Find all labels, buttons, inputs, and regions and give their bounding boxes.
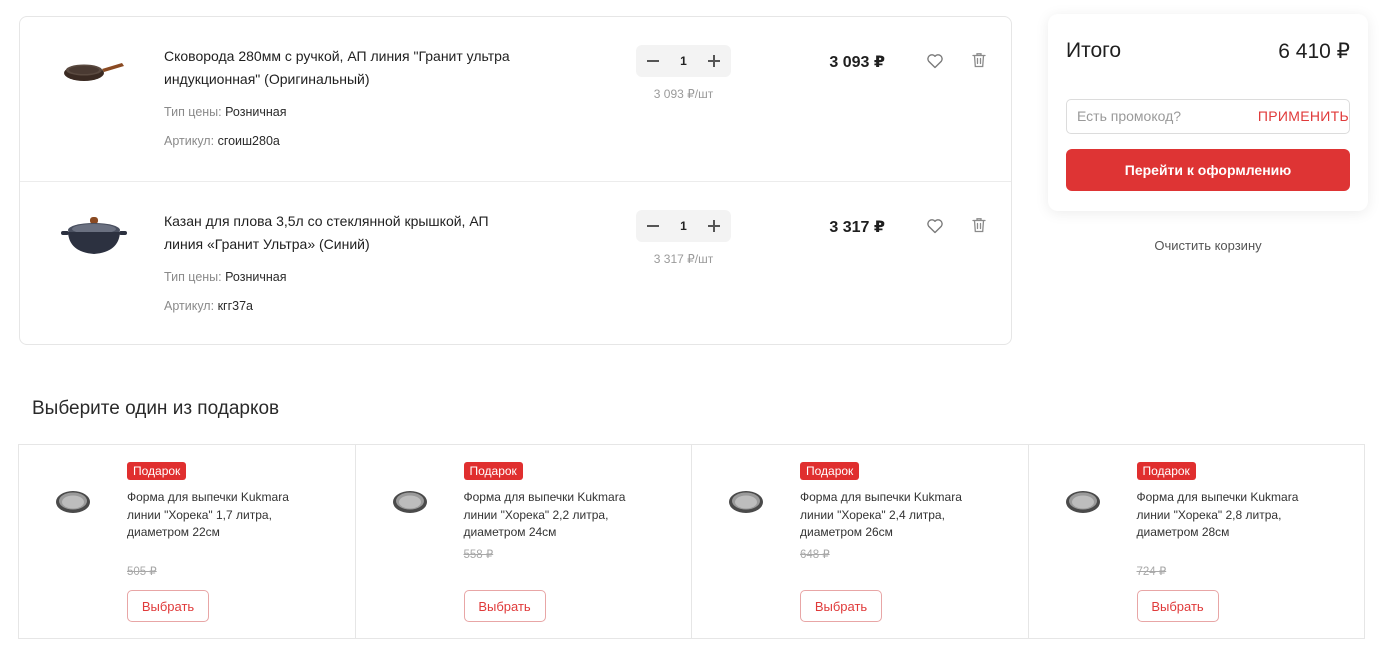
increase-quantity-button[interactable] xyxy=(707,54,721,68)
apply-promo-button[interactable]: ПРИМЕНИТЬ xyxy=(1258,108,1349,124)
cart-item: Казан для плова 3,5л со стеклянной крышк… xyxy=(20,181,1011,345)
choose-gift-button[interactable]: Выбрать xyxy=(127,590,209,622)
gift-image[interactable] xyxy=(390,485,430,519)
choose-gift-button[interactable]: Выбрать xyxy=(1136,590,1219,622)
gift-badge: Подарок xyxy=(800,462,860,480)
order-summary: Итого 6 410 ₽ ПРИМЕНИТЬ Перейти к оформл… xyxy=(1048,14,1368,211)
gift-card: Подарок Форма для выпечки Kukmara линии … xyxy=(356,445,692,638)
gift-old-price: 505 ₽ xyxy=(127,566,157,578)
price-type: Тип цены: Розничная xyxy=(164,105,287,119)
sku: Артикул: кгг37а xyxy=(164,299,253,313)
gift-image[interactable] xyxy=(1063,485,1103,519)
product-title[interactable]: Сковорода 280мм с ручкой, АП линия "Гран… xyxy=(164,45,524,91)
promo-code-input[interactable] xyxy=(1077,108,1247,124)
promo-code-field: ПРИМЕНИТЬ xyxy=(1066,99,1350,134)
product-image-frying-pan[interactable] xyxy=(52,41,136,101)
baking-dish-icon xyxy=(1065,491,1100,513)
cart-list: Сковорода 280мм с ручкой, АП линия "Гран… xyxy=(19,16,1012,345)
sku-label: Артикул: xyxy=(164,134,215,148)
sku: Артикул: сгоиш280а xyxy=(164,134,280,148)
product-title[interactable]: Казан для плова 3,5л со стеклянной крышк… xyxy=(164,210,524,256)
gift-image[interactable] xyxy=(53,485,93,519)
gift-old-price: 724 ₽ xyxy=(1136,566,1167,578)
product-image-cauldron[interactable] xyxy=(52,206,136,266)
price-type-label: Тип цены: xyxy=(164,105,222,119)
sku-value: кгг37а xyxy=(217,299,254,313)
gifts-list: Подарок Форма для выпечки Kukmara линии … xyxy=(18,444,1365,639)
choose-gift-button[interactable]: Выбрать xyxy=(463,590,546,622)
baking-dish-icon xyxy=(729,491,763,513)
price-type: Тип цены: Розничная xyxy=(164,270,287,284)
sku-label: Артикул: xyxy=(164,299,215,313)
price-type-value: Розничная xyxy=(225,270,287,284)
gift-name[interactable]: Форма для выпечки Kukmara линии "Хорека"… xyxy=(800,489,980,542)
checkout-button[interactable]: Перейти к оформлению xyxy=(1066,149,1350,191)
total-label: Итого xyxy=(1066,39,1122,62)
gift-badge: Подарок xyxy=(1136,462,1196,480)
clear-cart-link[interactable]: Очистить корзину xyxy=(1048,238,1368,253)
gift-name[interactable]: Форма для выпечки Kukmara линии "Хорека"… xyxy=(464,489,644,542)
choose-gift-button[interactable]: Выбрать xyxy=(800,590,882,622)
item-total-price: 3 093 ₽ xyxy=(829,54,885,71)
quantity-value[interactable]: 1 xyxy=(680,54,687,68)
heart-icon[interactable] xyxy=(925,51,945,71)
sku-value: сгоиш280а xyxy=(217,134,280,148)
increase-quantity-button[interactable] xyxy=(707,219,721,233)
gift-name[interactable]: Форма для выпечки Kukmara линии "Хорека"… xyxy=(127,489,307,542)
heart-icon[interactable] xyxy=(925,216,945,236)
cauldron-pot-icon xyxy=(61,217,127,254)
gift-badge: Подарок xyxy=(127,462,187,480)
total-value: 6 410 ₽ xyxy=(1278,40,1350,63)
gift-old-price: 648 ₽ xyxy=(800,549,830,561)
baking-dish-icon xyxy=(392,491,427,513)
baking-dish-icon xyxy=(56,491,90,513)
item-total-price: 3 317 ₽ xyxy=(829,219,885,236)
gift-badge: Подарок xyxy=(463,462,523,480)
gift-name[interactable]: Форма для выпечки Kukmara линии "Хорека"… xyxy=(1137,489,1317,542)
trash-icon[interactable] xyxy=(970,216,988,234)
gift-image[interactable] xyxy=(726,485,766,519)
decrease-quantity-button[interactable] xyxy=(646,219,660,233)
trash-icon[interactable] xyxy=(970,51,988,69)
gift-card: Подарок Форма для выпечки Kukmara линии … xyxy=(692,445,1029,638)
price-type-label: Тип цены: xyxy=(164,270,222,284)
gifts-section-title: Выберите один из подарков xyxy=(32,398,280,419)
gift-card: Подарок Форма для выпечки Kukmara линии … xyxy=(19,445,356,638)
quantity-stepper: 1 xyxy=(636,210,731,242)
unit-price: 3 317 ₽/шт xyxy=(653,252,714,266)
gift-card: Подарок Форма для выпечки Kukmara линии … xyxy=(1029,445,1365,638)
unit-price: 3 093 ₽/шт xyxy=(653,87,714,101)
cart-item: Сковорода 280мм с ручкой, АП линия "Гран… xyxy=(20,17,1011,181)
frying-pan-icon xyxy=(64,63,124,81)
quantity-value[interactable]: 1 xyxy=(680,219,687,233)
quantity-stepper: 1 xyxy=(636,45,731,77)
price-type-value: Розничная xyxy=(225,105,287,119)
decrease-quantity-button[interactable] xyxy=(646,54,660,68)
gift-old-price: 558 ₽ xyxy=(463,549,494,561)
